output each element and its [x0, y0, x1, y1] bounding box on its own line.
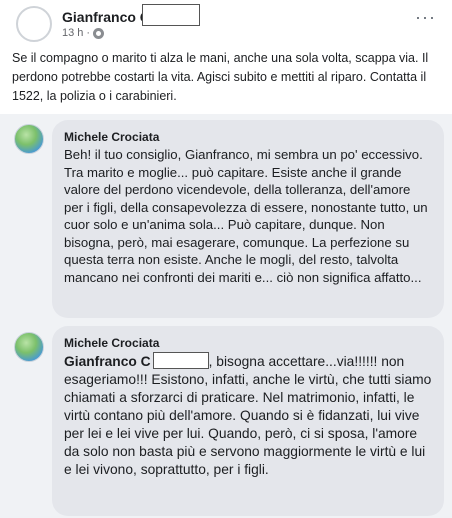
comment-text-body: , bisogna accettare...via!!!!!! non esag… — [64, 354, 432, 477]
post-author-avatar[interactable] — [16, 6, 52, 42]
meta-separator: · — [86, 27, 91, 39]
post-time[interactable]: 13 h — [62, 27, 83, 39]
comment-author[interactable]: Michele Crociata — [64, 130, 432, 144]
mention-link[interactable]: Gianfranco C — [64, 354, 151, 369]
more-options-icon[interactable]: ··· — [415, 8, 436, 26]
globe-icon — [93, 27, 105, 39]
comment-avatar[interactable] — [14, 124, 44, 154]
comment-avatar[interactable] — [14, 332, 44, 362]
post-card: Gianfranco C 13 h · ··· Se il compagno o… — [0, 0, 452, 114]
post-author-name[interactable]: Gianfranco C — [62, 9, 150, 25]
comment-author[interactable]: Michele Crociata — [64, 336, 432, 350]
redaction-box — [142, 4, 200, 26]
post-meta: 13 h · — [62, 27, 105, 39]
comment-bubble: Michele Crociata Beh! il tuo consiglio, … — [52, 120, 444, 318]
redaction-box — [152, 352, 209, 369]
comment-text: Beh! il tuo consiglio, Gianfranco, mi se… — [64, 147, 428, 285]
comment-bubble: Michele Crociata Gianfranco C, bisogna a… — [52, 326, 444, 516]
comment-text: Gianfranco C, bisogna accettare...via!!!… — [64, 352, 432, 479]
post-text: Se il compagno o marito ti alza le mani,… — [12, 51, 429, 103]
